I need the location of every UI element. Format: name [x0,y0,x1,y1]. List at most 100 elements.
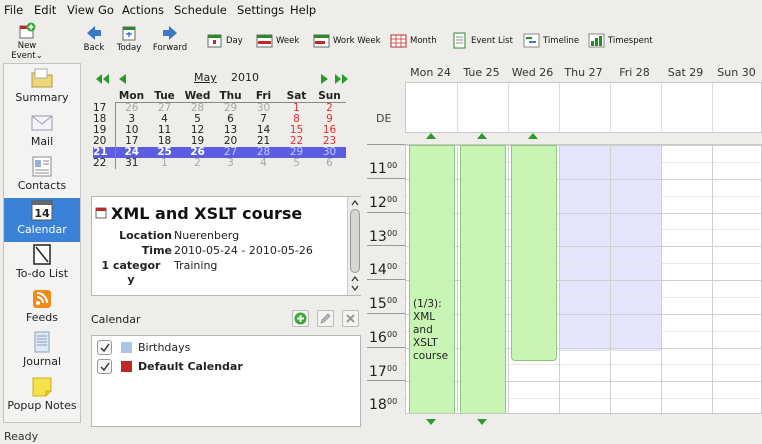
menu-schedule[interactable]: Schedule [174,3,227,17]
event-list-button[interactable]: Event List [451,32,513,50]
hour-row-label: 17 00 [367,346,405,381]
delete-icon [346,314,355,323]
calendar-name: Default Calendar [138,360,243,373]
menu-help[interactable]: Help [290,3,316,17]
todo-icon [33,244,51,265]
day-header[interactable]: Wed 26 [507,66,558,79]
location-label: Location [119,229,172,242]
sidebar-item-summary[interactable]: Summary [4,66,80,110]
day-header[interactable]: Sun 30 [711,66,762,79]
time-grid[interactable]: (1/3): XML and XSLT course [405,144,762,414]
previous-month-icon[interactable] [119,74,127,84]
scroll-down-icon[interactable] [351,285,359,291]
year-selector[interactable]: 2010 [231,71,259,84]
remove-calendar-button[interactable] [342,310,359,327]
chevron-down-icon: ⌄ [35,51,43,61]
day-header[interactable]: Mon 24 [405,66,456,79]
work-week-view-button[interactable]: Work Week [313,32,381,50]
plus-icon [294,312,307,325]
checkbox[interactable] [97,340,112,355]
scroll-up-icon[interactable] [426,133,436,139]
sidebar-item-contacts[interactable]: Contacts [4,154,80,198]
menu-file[interactable]: File [4,3,23,17]
column-divider [559,145,560,413]
month-selector[interactable]: May [194,71,217,84]
checkmark-icon [100,343,110,353]
sidebar-item-mail[interactable]: Mail [4,110,80,154]
forward-button[interactable]: Forward [150,24,190,53]
event-block[interactable] [460,145,506,413]
scroll-up-icon[interactable] [477,133,487,139]
add-calendar-button[interactable] [292,310,309,327]
minutes-label: 00 [387,363,398,373]
time-label: Time [141,244,172,257]
menu-settings[interactable]: Settings [237,3,284,17]
sidebar-item-todo[interactable]: To-do List [4,242,80,286]
scroll-down-icon[interactable] [477,419,487,425]
previous-year-icon[interactable] [96,74,120,84]
week-number[interactable]: 22 [93,158,116,169]
hour-label: 12 [369,194,387,211]
checkbox[interactable] [97,359,112,374]
menu-view[interactable]: View [67,3,94,17]
minutes-label: 00 [387,397,398,407]
event-block[interactable] [511,145,557,361]
month-view-button[interactable]: Month [390,32,437,50]
day-header[interactable]: Tue 25 [456,66,507,79]
timeline-button[interactable]: Timeline [523,32,579,50]
day-header[interactable]: Fri 28 [609,66,660,79]
event-details-panel: XML and XSLT course Location Nuerenberg … [91,196,361,296]
day-cell[interactable]: 31 [115,158,148,169]
day-cell[interactable]: 6 [313,158,346,169]
arrow-left-icon [87,26,101,40]
back-button[interactable]: Back [80,24,108,53]
details-scrollbar[interactable] [347,197,361,295]
list-item[interactable]: Default Calendar [96,358,356,376]
scroll-up-icon[interactable] [528,133,538,139]
day-cell[interactable]: 3 [214,158,247,169]
day-view-button[interactable]: Day [206,32,243,50]
hour-row-label: 13 00 [367,211,405,246]
day-cell[interactable]: 1 [148,158,181,169]
all-day-area[interactable] [405,82,762,133]
calendar-color-swatch [121,342,132,353]
menu-go[interactable]: Go [98,3,114,17]
today-icon [122,26,136,41]
edit-calendar-button[interactable] [317,310,334,327]
day-cell[interactable]: 2 [181,158,214,169]
calendar-list-header: Calendar [91,313,141,326]
new-event-button[interactable]: New Event⌄ [3,22,51,61]
menu-actions[interactable]: Actions [122,3,164,17]
day-header[interactable]: Sat 29 [660,66,711,79]
day-cell[interactable]: 5 [280,158,313,169]
next-year-icon[interactable] [335,74,349,84]
toolbar: New Event⌄ Back Today Forward Day Week W… [0,20,762,61]
event-block[interactable]: (1/3): XML and XSLT course [409,145,455,413]
popup-notes-icon [32,377,52,397]
list-item[interactable]: Birthdays [96,339,356,357]
column-divider [661,145,662,413]
menu-edit[interactable]: Edit [34,3,56,17]
day-cell[interactable]: 4 [247,158,280,169]
timespent-icon [588,33,605,48]
event-icon [95,207,107,219]
mail-icon [31,115,53,131]
month-grid: Mon Tue Wed Thu Fri Sat Sun 17 26 27 28 29 30 1 2 18 3 4… [93,91,346,169]
sidebar-item-popup-notes[interactable]: Popup Notes [4,374,80,418]
next-month-icon[interactable] [320,74,328,84]
week-view-button[interactable]: Week [256,32,299,50]
today-button[interactable]: Today [114,24,144,53]
timespent-button[interactable]: Timespent [588,32,653,50]
scroll-thumb[interactable] [350,209,360,273]
column-divider [457,83,458,132]
day-header[interactable]: Thu 27 [558,66,609,79]
hour-row-label: 14 00 [367,245,405,279]
work-week-view-icon [313,34,330,48]
sidebar-item-calendar[interactable]: 14 Calendar [4,198,80,242]
minutes-label: 00 [387,194,398,204]
sidebar-item-journal[interactable]: Journal [4,330,80,374]
scroll-up-icon[interactable] [351,276,359,282]
scroll-up-icon[interactable] [351,200,359,206]
sidebar-item-feeds[interactable]: Feeds [4,286,80,330]
scroll-down-icon[interactable] [426,419,436,425]
